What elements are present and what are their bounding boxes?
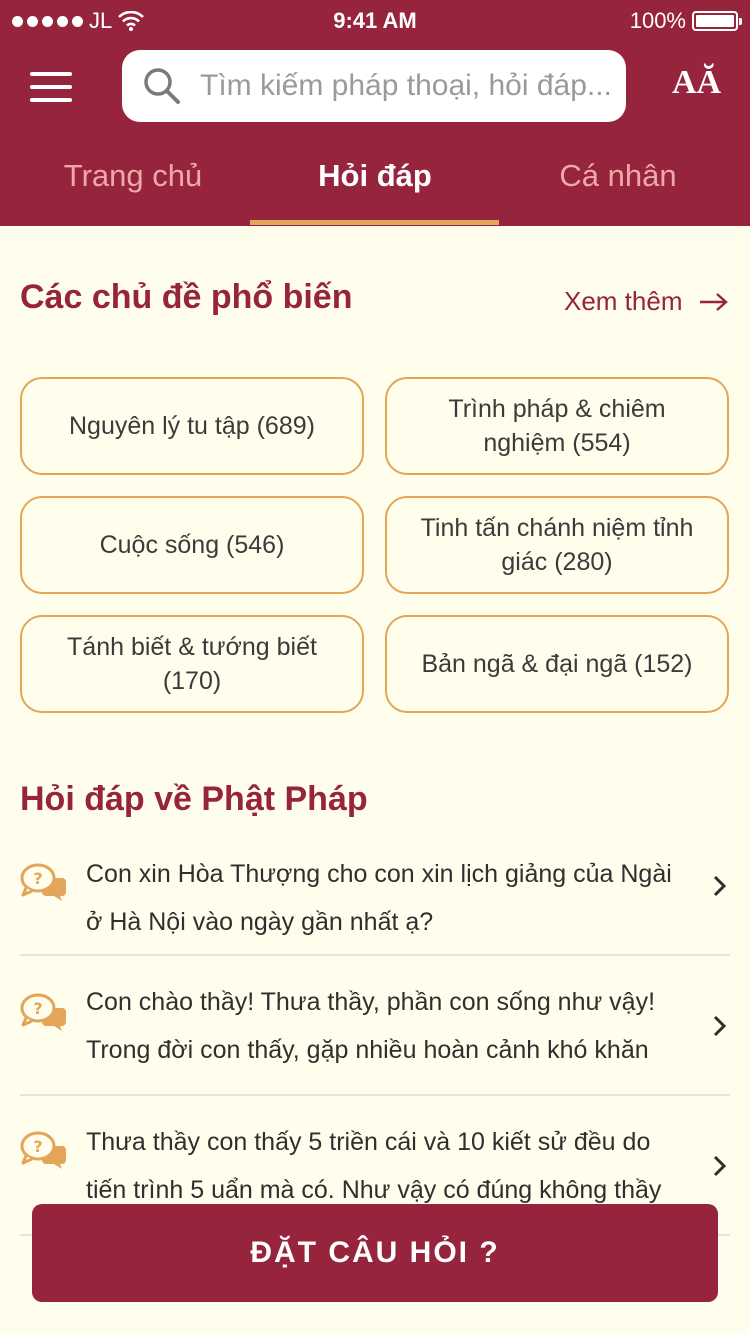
svg-text:?: ? bbox=[33, 999, 42, 1018]
app-header: JL 9:41 AM 100% AĂ Trang chủ Hỏi đáp Cá … bbox=[0, 0, 750, 226]
svg-text:?: ? bbox=[33, 1137, 42, 1156]
battery-label: 100% bbox=[629, 8, 686, 33]
qa-question-text: Con xin Hòa Thượng cho con xin lịch giản… bbox=[86, 860, 672, 936]
search-bar[interactable] bbox=[122, 50, 626, 122]
qa-list-item[interactable]: ? Con xin Hòa Thượng cho con xin lịch gi… bbox=[20, 848, 730, 956]
chevron-right-icon bbox=[713, 1155, 727, 1177]
active-tab-indicator bbox=[250, 220, 499, 225]
chevron-right-icon bbox=[713, 1015, 727, 1037]
topic-chip[interactable]: Bản ngã & đại ngã (152) bbox=[385, 615, 729, 713]
tab-bar: Trang chủ Hỏi đáp Cá nhân bbox=[0, 150, 750, 226]
qa-list-item[interactable]: ? Con chào thầy! Thưa thầy, phần con sốn… bbox=[20, 978, 730, 1096]
question-chat-icon: ? bbox=[20, 1131, 66, 1169]
arrow-right-icon bbox=[699, 292, 728, 311]
qa-question-text: Thưa thầy con thấy 5 triền cái và 10 kiế… bbox=[86, 1128, 662, 1204]
status-bar: JL 9:41 AM 100% bbox=[0, 0, 750, 40]
topic-chip[interactable]: Nguyên lý tu tập (689) bbox=[20, 377, 364, 475]
topic-chip[interactable]: Cuộc sống (546) bbox=[20, 496, 364, 594]
hamburger-menu-icon[interactable] bbox=[30, 72, 72, 104]
font-size-button[interactable]: AĂ bbox=[672, 64, 721, 102]
chevron-right-icon bbox=[713, 875, 727, 897]
svg-text:?: ? bbox=[33, 869, 42, 888]
popular-topics-title: Các chủ đề phổ biến bbox=[20, 278, 353, 316]
qa-question-text: Con chào thầy! Thưa thầy, phần con sống … bbox=[86, 988, 656, 1064]
tab-profile[interactable]: Cá nhân bbox=[493, 158, 743, 194]
battery-icon bbox=[692, 11, 742, 31]
question-chat-icon: ? bbox=[20, 863, 66, 901]
topic-chip[interactable]: Tánh biết & tướng biết (170) bbox=[20, 615, 364, 713]
search-icon bbox=[144, 68, 180, 104]
see-more-link[interactable]: Xem thêm bbox=[564, 286, 729, 317]
search-input[interactable] bbox=[200, 69, 610, 103]
status-right: 100% bbox=[629, 8, 742, 34]
topic-chip[interactable]: Trình pháp & chiêm nghiệm (554) bbox=[385, 377, 729, 475]
see-more-label: Xem thêm bbox=[564, 286, 683, 316]
tab-qa[interactable]: Hỏi đáp bbox=[250, 158, 500, 194]
qa-section-title: Hỏi đáp về Phật Pháp bbox=[20, 780, 368, 818]
topic-chip[interactable]: Tinh tấn chánh niệm tỉnh giác (280) bbox=[385, 496, 729, 594]
tab-home[interactable]: Trang chủ bbox=[8, 158, 258, 194]
question-chat-icon: ? bbox=[20, 993, 66, 1031]
ask-question-button[interactable]: ĐẶT CÂU HỎI ? bbox=[32, 1204, 718, 1302]
